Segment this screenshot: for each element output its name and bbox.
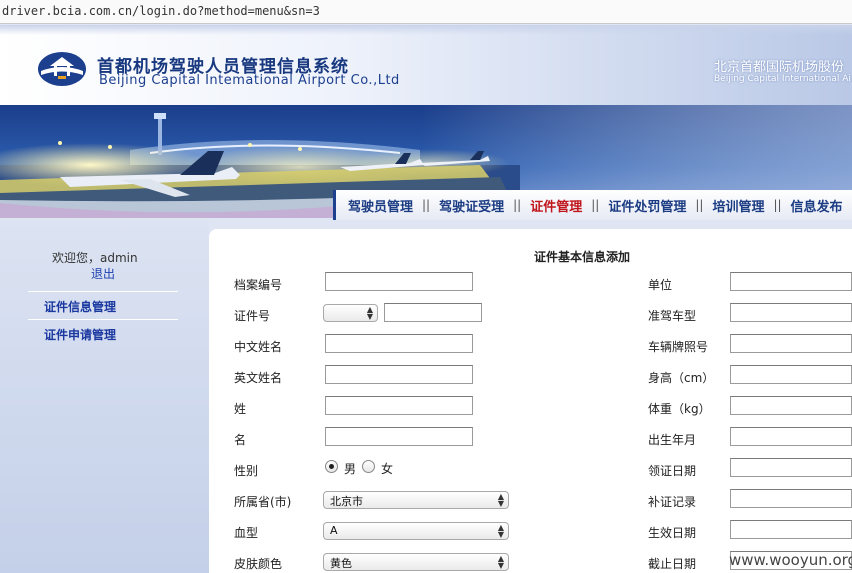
select-arrows-icon: ▲ ▼ — [366, 305, 373, 321]
issue-date-label: 领证日期 — [648, 464, 697, 478]
english-name-input[interactable] — [325, 365, 473, 384]
system-title-english: Beijing Capital Intemational Airport Co.… — [99, 73, 400, 88]
gender-male-label: 男 — [344, 462, 357, 476]
sidebar-item-certificate-application[interactable]: 证件申请管理 — [44, 326, 116, 343]
gender-female-label: 女 — [381, 462, 394, 476]
sidebar: 欢迎您，admin 退出 证件信息管理 证件申请管理 — [0, 220, 209, 573]
province-select[interactable]: 北京市 ▲ ▼ — [323, 491, 509, 509]
cert-no-label: 证件号 — [234, 309, 271, 323]
surname-label: 姓 — [234, 402, 247, 416]
expiry-date-label: 截止日期 — [648, 557, 697, 571]
nav-separator: || — [695, 198, 704, 212]
chinese-name-label: 中文姓名 — [234, 340, 283, 354]
nav-license-acceptance[interactable]: 驾驶证受理 — [439, 196, 504, 215]
airport-logo-icon — [38, 52, 86, 86]
cert-no-type-select[interactable]: ▲ ▼ — [323, 304, 378, 322]
page: driver.bcia.com.cn/login.do?method=menu&… — [0, 0, 852, 573]
vehicle-type-input[interactable] — [730, 303, 852, 322]
weight-input[interactable] — [730, 396, 852, 415]
sidebar-divider — [28, 319, 178, 320]
province-value: 北京市 — [330, 495, 363, 508]
welcome-text: 欢迎您，admin — [52, 251, 138, 265]
plate-input[interactable] — [730, 334, 852, 353]
logout-link[interactable]: 退出 — [91, 265, 115, 282]
company-name-english: Beijing Capital International Ai — [714, 74, 851, 84]
select-arrows-icon: ▲ ▼ — [497, 492, 504, 508]
nav-driver-management[interactable]: 驾驶员管理 — [348, 196, 413, 215]
vehicle-type-label: 准驾车型 — [648, 309, 697, 323]
watermark-text: www.wooyun.org — [729, 551, 852, 569]
birth-input[interactable] — [730, 427, 852, 446]
sidebar-divider — [28, 291, 178, 292]
reissue-record-input[interactable] — [730, 489, 852, 508]
effective-date-label: 生效日期 — [648, 526, 697, 540]
unit-label: 单位 — [648, 278, 673, 292]
blood-type-value: A — [330, 524, 338, 537]
select-arrows-icon: ▲ ▼ — [497, 523, 504, 539]
height-input[interactable] — [730, 365, 852, 384]
birth-label: 出生年月 — [648, 433, 697, 447]
given-name-label: 名 — [234, 433, 247, 447]
blood-type-label: 血型 — [234, 526, 259, 540]
given-name-input[interactable] — [325, 427, 473, 446]
issue-date-input[interactable] — [730, 458, 852, 477]
nav-separator: || — [591, 198, 600, 212]
nav-separator: || — [513, 198, 522, 212]
nav-certificate-penalty[interactable]: 证件处罚管理 — [608, 196, 686, 215]
weight-label: 体重（kg） — [648, 402, 711, 416]
company-name: 北京首都国际机场股份 — [714, 60, 845, 75]
nav-information-release[interactable]: 信息发布 — [791, 196, 843, 215]
form-title: 证件基本信息添加 — [534, 250, 631, 264]
sidebar-item-certificate-info[interactable]: 证件信息管理 — [44, 298, 116, 315]
gender-label: 性别 — [234, 464, 259, 478]
url-bar[interactable]: driver.bcia.com.cn/login.do?method=menu&… — [0, 0, 852, 24]
gender-male-radio[interactable] — [325, 460, 338, 473]
nav-training-management[interactable]: 培训管理 — [712, 196, 764, 215]
cert-no-input[interactable] — [384, 303, 482, 322]
blood-type-select[interactable]: A ▲ ▼ — [323, 522, 509, 540]
form-panel: 证件基本信息添加 档案编号 证件号 ▲ ▼ 中文姓名 英文姓名 姓 名 性别 男 … — [209, 229, 852, 573]
unit-input[interactable] — [730, 272, 852, 291]
reissue-record-label: 补证记录 — [648, 495, 697, 509]
site-header: 首都机场驾驶人员管理信息系统 Beijing Capital Intematio… — [0, 25, 852, 105]
effective-date-input[interactable] — [730, 520, 852, 539]
nav-certificate-management[interactable]: 证件管理 — [530, 196, 582, 215]
skin-color-value: 黄色 — [330, 557, 352, 570]
file-no-input[interactable] — [325, 272, 473, 291]
surname-input[interactable] — [325, 396, 473, 415]
file-no-label: 档案编号 — [234, 278, 283, 292]
skin-color-select[interactable]: 黄色 ▲ ▼ — [323, 553, 509, 571]
nav-separator: || — [422, 198, 431, 212]
select-arrows-icon: ▲ ▼ — [497, 554, 504, 570]
plate-label: 车辆牌照号 — [648, 340, 709, 354]
main-nav: 驾驶员管理 || 驾驶证受理 || 证件管理 || 证件处罚管理 || 培训管理… — [333, 190, 852, 220]
province-label: 所属省(市) — [234, 495, 292, 509]
english-name-label: 英文姓名 — [234, 371, 283, 385]
nav-separator: || — [773, 198, 782, 212]
skin-color-label: 皮肤颜色 — [234, 557, 283, 571]
gender-female-radio[interactable] — [362, 460, 375, 473]
height-label: 身高（cm） — [648, 371, 715, 385]
chinese-name-input[interactable] — [325, 334, 473, 353]
